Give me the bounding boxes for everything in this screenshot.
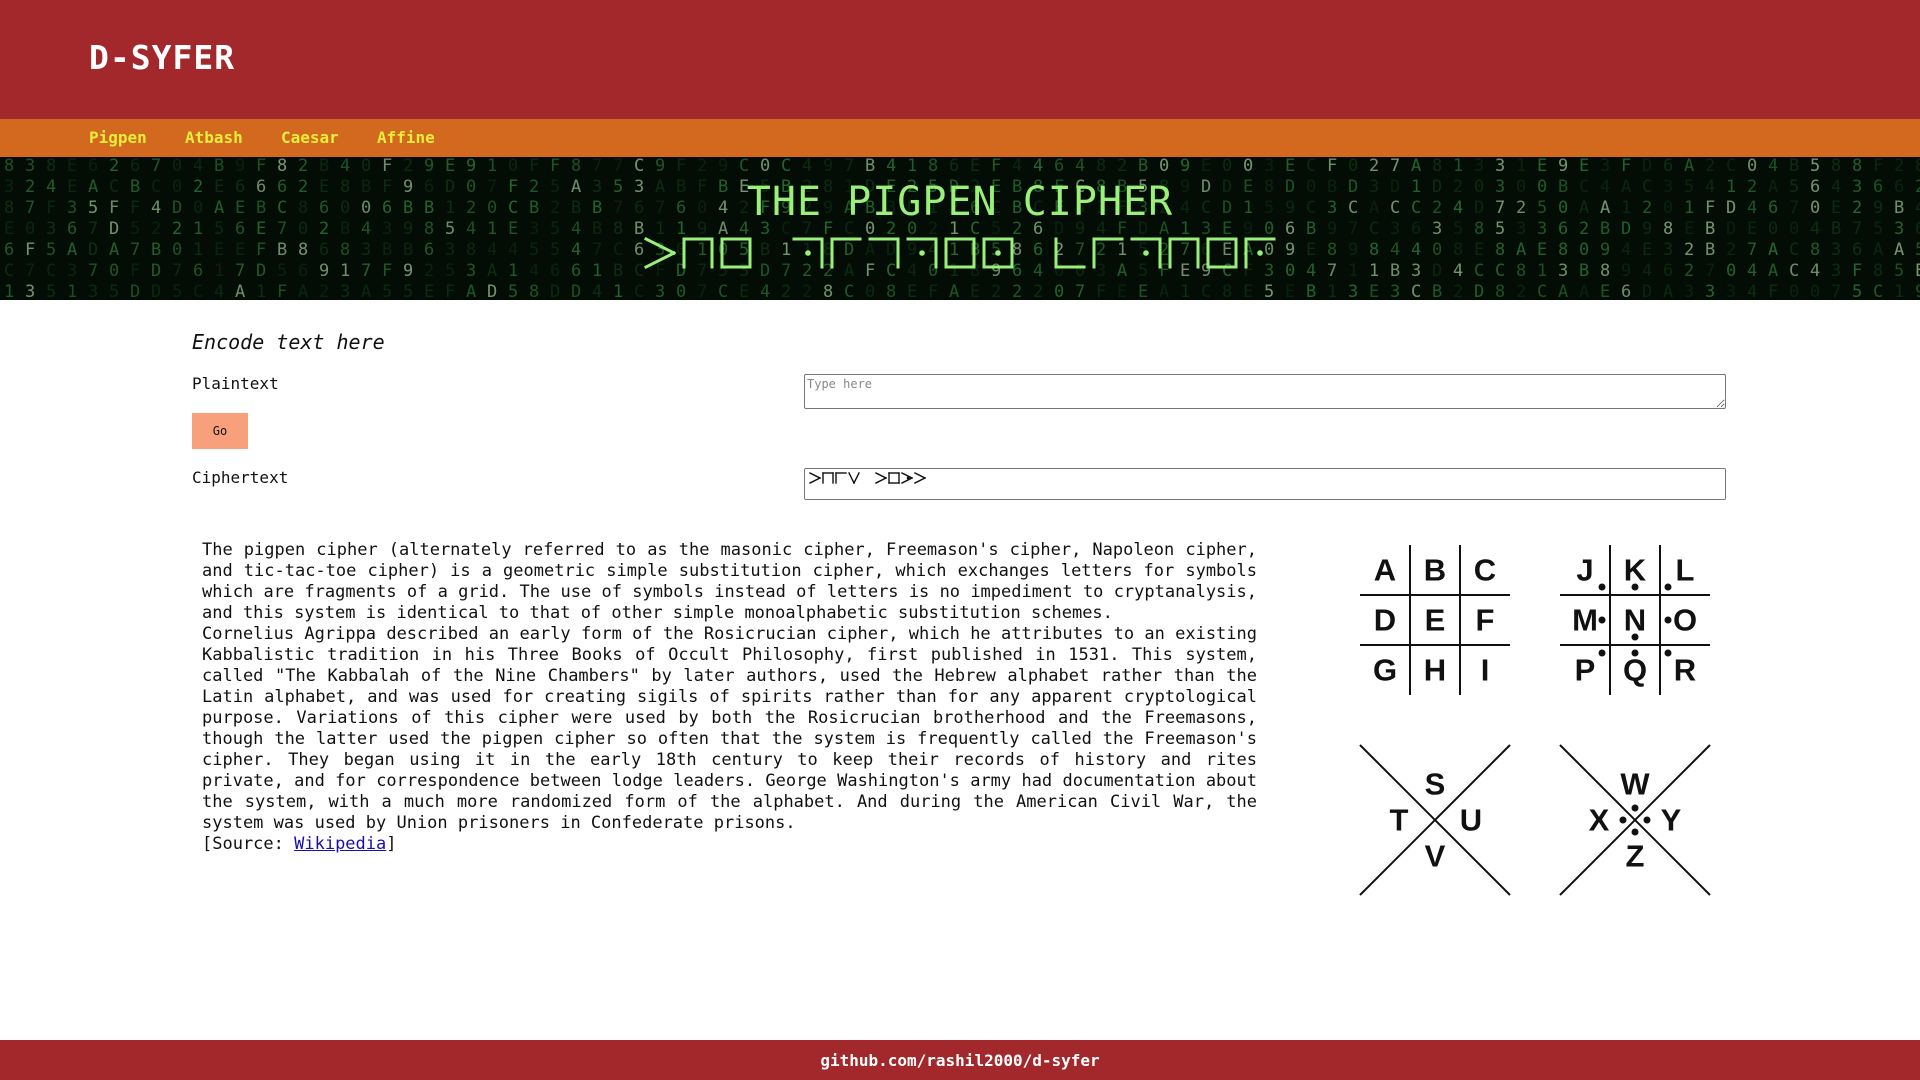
key-dot [1631,583,1639,591]
key-letter-i: I [1481,653,1490,688]
key-letter-b: B [1424,553,1446,588]
nav-item-atbash[interactable]: Atbash [185,128,243,147]
key-letter-j: J [1576,553,1593,588]
source-line: [Source: Wikipedia] [202,834,1257,855]
key-letter-r: R [1674,653,1696,688]
plaintext-label: Plaintext [192,374,279,393]
pigpen-glyph [901,472,913,484]
key-letter-y: Y [1661,803,1682,838]
pigpen-glyph [868,237,900,269]
key-dot [1619,816,1627,824]
site-logo[interactable]: D-SYFER [89,38,235,77]
key-letter-a: A [1374,553,1396,588]
key-letter-g: G [1373,653,1397,688]
nav-bar: Pigpen Atbash Caesar Affine [0,119,1920,157]
key-letter-m: M [1572,603,1598,638]
key-letter-v: V [1425,839,1446,874]
pigpen-glyph [1244,237,1276,269]
key-letter-e: E [1425,603,1446,638]
key-letter-q: Q [1623,653,1647,688]
nav-item-caesar[interactable]: Caesar [281,128,339,147]
plaintext-input[interactable] [804,374,1726,409]
nav-item-pigpen[interactable]: Pigpen [89,128,147,147]
key-letter-o: O [1673,603,1697,638]
description-paragraph-1: The pigpen cipher (alternately referred … [202,540,1257,623]
pigpen-glyph [1206,237,1238,269]
key-dot [1664,583,1672,591]
pigpen-description: The pigpen cipher (alternately referred … [202,540,1257,855]
pigpen-glyph [875,472,887,484]
pigpen-glyph [1092,237,1124,269]
pigpen-glyph [1130,237,1162,269]
banner-pigpen-title [643,236,1276,270]
key-letter-p: P [1575,653,1596,688]
pigpen-glyph [944,237,976,269]
ciphertext-output[interactable] [804,468,1726,500]
key-letter-n: N [1624,603,1646,638]
key-letter-k: K [1624,553,1647,588]
pigpen-key-diagram: A B C D E F G H I J K L M N O P Q R ST UV WX YZ [1359,545,1711,896]
key-dot [1664,649,1672,657]
key-dot [1664,616,1672,624]
pigpen-glyph [643,236,677,270]
pigpen-glyph [906,237,938,269]
key-letter-x: X [1589,803,1610,838]
key-letter-h: H [1424,653,1446,688]
key-letter-t: T [1390,803,1409,838]
hero-banner: 838E6C13270F7384F35C5EE36A316A57D732CFDA… [0,157,1920,300]
pigpen-glyph [792,237,824,269]
description-paragraph-2: Cornelius Agrippa described an early for… [202,624,1257,833]
ciphertext-glyphs [809,472,926,484]
pigpen-glyph [835,472,847,484]
ciphertext-label: Ciphertext [192,468,289,487]
go-button[interactable]: Go [192,413,248,449]
key-dot [1643,816,1651,824]
pigpen-glyph [809,472,821,484]
key-dot [1631,649,1639,657]
pigpen-glyph [914,472,926,484]
key-dot [1598,616,1606,624]
pigpen-glyph [982,237,1014,269]
pigpen-glyph [888,472,900,484]
key-dot [1631,633,1639,641]
key-dot [1631,828,1639,836]
pigpen-glyph [682,237,714,269]
key-letter-s: S [1425,767,1446,802]
key-dot [1598,583,1606,591]
encode-section-title: Encode text here [192,330,385,354]
source-prefix: [Source: [202,834,295,854]
pigpen-glyph [822,472,834,484]
key-letter-w: W [1620,767,1650,802]
key-dot [1631,804,1639,812]
site-footer: github.com/rashil2000/d-syfer [0,1040,1920,1080]
key-letter-f: F [1476,603,1495,638]
key-letter-z: Z [1626,839,1645,874]
pigpen-glyph [720,237,752,269]
site-header: D-SYFER [0,0,1920,119]
wikipedia-link[interactable]: Wikipedia [294,834,386,854]
nav-item-affine[interactable]: Affine [377,128,435,147]
footer-repo-link[interactable]: github.com/rashil2000/d-syfer [0,1051,1920,1070]
pigpen-glyph [848,472,860,484]
key-letter-d: D [1374,603,1396,638]
pigpen-glyph [1054,237,1086,269]
pigpen-glyph [1168,237,1200,269]
source-suffix: ] [386,834,397,854]
key-letter-c: C [1474,553,1496,588]
key-dot [1598,649,1606,657]
key-letter-u: U [1460,803,1482,838]
pigpen-glyph [830,237,862,269]
key-letter-l: L [1676,553,1695,588]
